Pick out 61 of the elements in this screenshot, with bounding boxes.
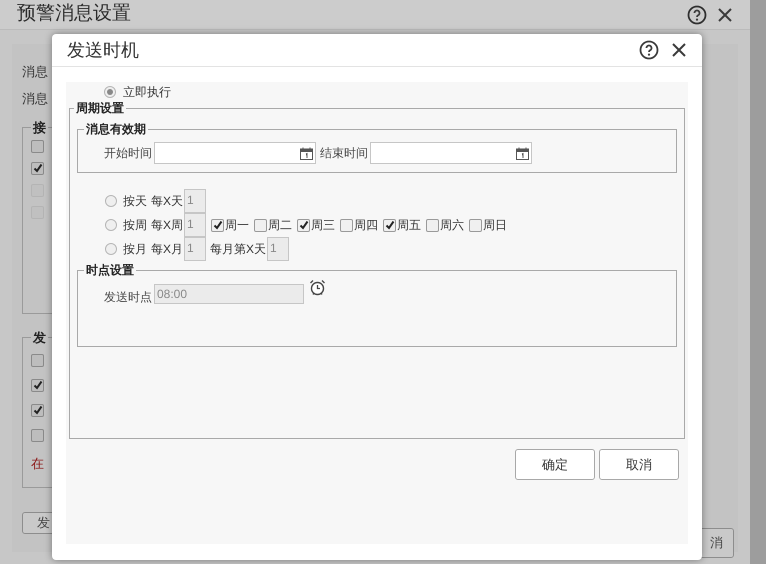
field-label: 发送时点 bbox=[104, 289, 152, 306]
field-label: 每月第X天 bbox=[210, 241, 266, 258]
radio-button[interactable] bbox=[105, 195, 117, 207]
checkbox-label: 周五 bbox=[397, 217, 422, 234]
close-icon[interactable] bbox=[717, 6, 733, 22]
dialog-button[interactable]: 确定 bbox=[515, 449, 595, 480]
checkbox[interactable] bbox=[31, 162, 44, 174]
number-field[interactable]: 1 bbox=[184, 189, 206, 213]
checkbox-label: 周三 bbox=[311, 217, 336, 234]
checkbox[interactable] bbox=[383, 218, 396, 232]
checkbox[interactable] bbox=[31, 404, 44, 416]
section-legend: 周期设置 bbox=[74, 99, 126, 117]
checkbox[interactable] bbox=[254, 218, 268, 232]
number-field[interactable]: 1 bbox=[267, 237, 290, 261]
checkbox-label: 周日 bbox=[483, 217, 508, 234]
radio-button[interactable] bbox=[105, 219, 117, 231]
time-field[interactable]: 08:00 bbox=[154, 284, 304, 304]
section-legend: 消息有效期 bbox=[84, 120, 148, 138]
date-field[interactable] bbox=[370, 142, 532, 164]
radio-label: 按周 bbox=[123, 217, 147, 234]
radio-button[interactable] bbox=[104, 86, 116, 98]
form-label: 消息 bbox=[22, 90, 48, 108]
help-icon[interactable] bbox=[687, 4, 707, 24]
field-label: 结束时间 bbox=[320, 145, 368, 162]
checkbox-label: 周六 bbox=[440, 217, 464, 234]
checkbox[interactable] bbox=[31, 428, 44, 442]
checkbox[interactable] bbox=[469, 218, 482, 232]
number-field[interactable]: 1 bbox=[184, 237, 206, 261]
field-label: 每X周 bbox=[151, 217, 184, 234]
window-title: 预警消息设置 bbox=[17, 2, 131, 26]
calendar-icon[interactable] bbox=[300, 146, 313, 160]
checkbox[interactable] bbox=[31, 140, 44, 152]
number-field[interactable]: 1 bbox=[184, 213, 206, 237]
help-icon[interactable] bbox=[639, 40, 659, 60]
date-field[interactable] bbox=[154, 142, 316, 164]
dialog-title: 发送时机 bbox=[67, 38, 139, 62]
form-label: 消息 bbox=[22, 63, 48, 81]
checkbox[interactable] bbox=[297, 218, 310, 232]
checkbox[interactable] bbox=[211, 218, 224, 232]
radio-button[interactable] bbox=[105, 243, 117, 255]
checkbox-label: 周四 bbox=[354, 217, 378, 234]
checkbox[interactable] bbox=[31, 354, 44, 366]
field-label: 每X天 bbox=[151, 193, 184, 210]
alarm-clock-icon[interactable] bbox=[309, 279, 326, 296]
checkbox[interactable] bbox=[31, 378, 44, 392]
field-label: 每X月 bbox=[151, 241, 184, 258]
checkbox-label: 周二 bbox=[268, 217, 292, 234]
dialog-button[interactable]: 取消 bbox=[599, 449, 679, 480]
calendar-icon[interactable] bbox=[516, 146, 529, 160]
field-label: 开始时间 bbox=[104, 145, 152, 162]
checkbox[interactable] bbox=[340, 218, 354, 232]
radio-label: 立即执行 bbox=[123, 84, 171, 101]
warning-text: 在 bbox=[31, 454, 45, 472]
radio-label: 按天 bbox=[123, 193, 147, 210]
section-legend: 发 bbox=[31, 328, 48, 348]
checkbox[interactable] bbox=[426, 218, 440, 232]
close-icon[interactable] bbox=[671, 42, 687, 58]
section-legend: 时点设置 bbox=[84, 261, 136, 279]
section-legend: 接 bbox=[31, 118, 48, 138]
checkbox-label: 周一 bbox=[225, 217, 250, 234]
radio-label: 按月 bbox=[123, 241, 147, 258]
